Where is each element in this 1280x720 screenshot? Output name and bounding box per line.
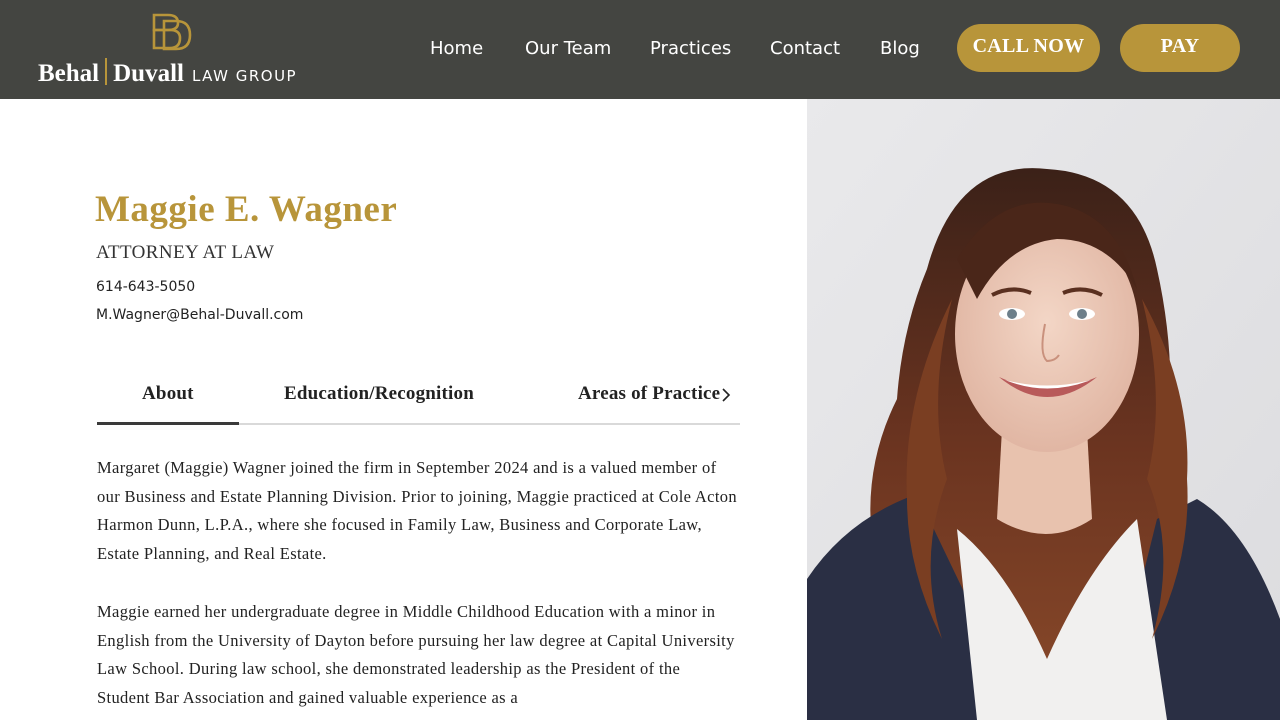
about-content: Margaret (Maggie) Wagner joined the firm… — [97, 454, 737, 713]
profile-tabs: About Education/Recognition Areas of Pra… — [97, 378, 740, 426]
bd-monogram-icon — [152, 13, 192, 51]
nav-contact[interactable]: Contact — [770, 38, 840, 59]
chevron-right-icon[interactable] — [719, 386, 733, 404]
about-paragraph: Maggie earned her undergraduate degree i… — [97, 601, 735, 707]
attorney-portrait-image — [807, 99, 1280, 720]
call-now-button[interactable]: CALL NOW — [957, 24, 1100, 72]
active-tab-indicator — [97, 422, 239, 425]
email-link[interactable]: M.Wagner@Behal-Duvall.com — [96, 307, 303, 323]
logo-name-behal: Behal — [38, 60, 100, 87]
pay-button[interactable]: PAY — [1120, 24, 1240, 72]
nav-home[interactable]: Home — [430, 38, 483, 59]
site-header: Behal Duvall LAW GROUP Home Our Team Pract… — [0, 0, 1280, 99]
logo-law-group: LAW GROUP — [191, 67, 298, 85]
phone-link[interactable]: 614-643-5050 — [96, 279, 195, 295]
nav-practices[interactable]: Practices — [650, 38, 731, 59]
logo-divider — [105, 58, 108, 85]
attorney-title: ATTORNEY AT LAW — [96, 242, 275, 263]
attorney-name: Maggie E. Wagner — [95, 189, 398, 230]
logo[interactable]: Behal Duvall LAW GROUP — [38, 12, 318, 90]
logo-wordmark: Behal Duvall LAW GROUP — [38, 58, 297, 88]
nav-blog[interactable]: Blog — [880, 38, 920, 59]
logo-name-duvall: Duvall — [113, 60, 184, 87]
about-paragraph: Margaret (Maggie) Wagner joined the firm… — [97, 458, 737, 564]
nav-our-team[interactable]: Our Team — [525, 38, 611, 59]
attorney-photo — [807, 99, 1280, 720]
